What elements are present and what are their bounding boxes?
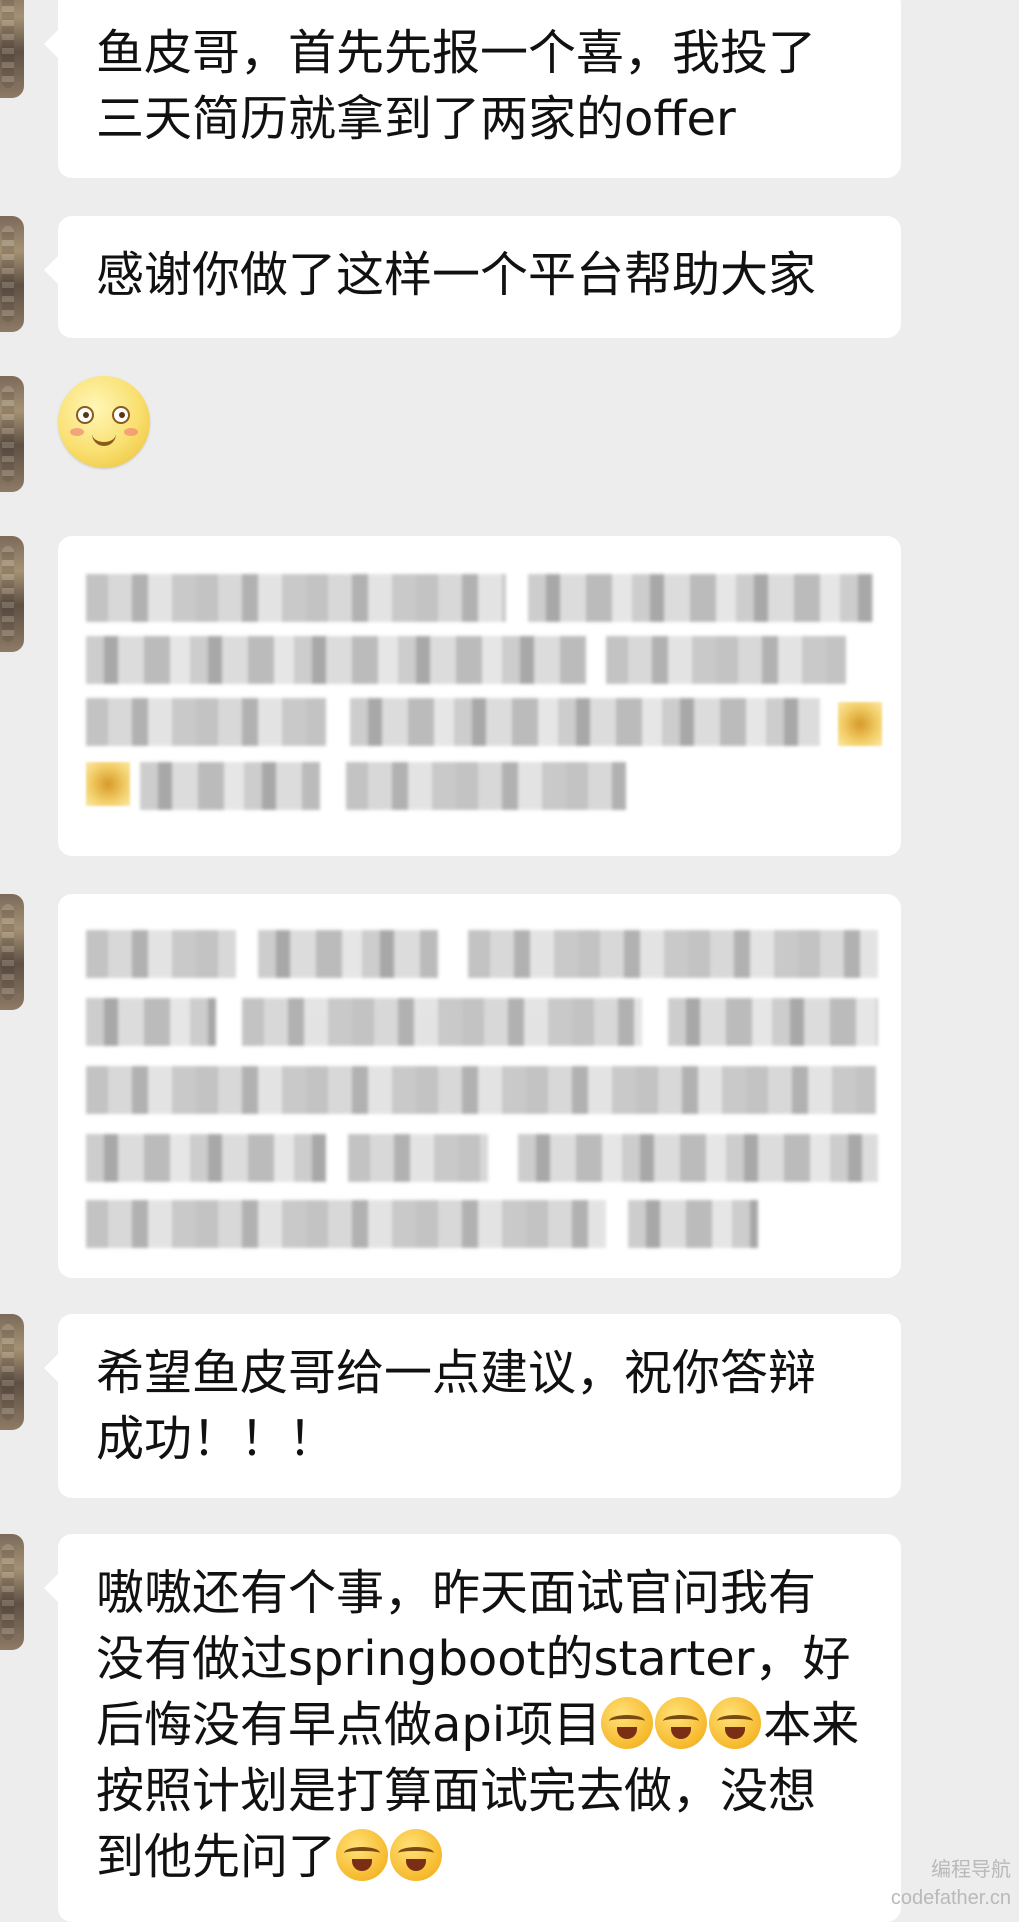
crying-laughing-icon bbox=[655, 1697, 708, 1749]
message-bubble[interactable]: 感谢你做了这样一个平台帮助大家 bbox=[44, 216, 901, 338]
sender-avatar[interactable] bbox=[0, 536, 24, 652]
watermark-line-2: codefather.cn bbox=[890, 1887, 1011, 1909]
crying-laughing-icon bbox=[390, 1829, 443, 1881]
smiling-face-icon bbox=[58, 376, 150, 468]
crying-laughing-icon bbox=[709, 1697, 762, 1749]
sender-avatar[interactable] bbox=[0, 894, 24, 1010]
blurred-message[interactable] bbox=[58, 894, 901, 1278]
message-bubble[interactable]: 希望鱼皮哥给一点建议，祝你答辩成功！！！ bbox=[44, 1314, 901, 1498]
crying-laughing-icon bbox=[336, 1829, 389, 1881]
watermark-line-1: 编程导航 bbox=[931, 1859, 1011, 1881]
sender-avatar[interactable] bbox=[0, 0, 24, 98]
sender-avatar[interactable] bbox=[0, 216, 24, 332]
message-bubble[interactable]: 鱼皮哥，首先先报一个喜，我投了三天简历就拿到了两家的offer bbox=[44, 0, 901, 178]
message-text: 希望鱼皮哥给一点建议，祝你答辩成功！！！ bbox=[96, 1345, 817, 1467]
message-bubble[interactable]: 嗷嗷还有个事，昨天面试官问我有没有做过springboot的starter，好后… bbox=[44, 1534, 901, 1922]
sender-avatar[interactable] bbox=[0, 1314, 24, 1430]
blurred-message[interactable] bbox=[58, 536, 901, 856]
watermark: 编程导航 codefather.cn bbox=[891, 1856, 1011, 1912]
sender-avatar[interactable] bbox=[0, 1534, 24, 1650]
message-text: 感谢你做了这样一个平台帮助大家 bbox=[96, 247, 817, 303]
sender-avatar[interactable] bbox=[0, 376, 24, 492]
crying-laughing-icon bbox=[601, 1697, 654, 1749]
emoji-message[interactable] bbox=[58, 376, 150, 468]
message-text: 鱼皮哥，首先先报一个喜，我投了三天简历就拿到了两家的offer bbox=[96, 25, 817, 147]
